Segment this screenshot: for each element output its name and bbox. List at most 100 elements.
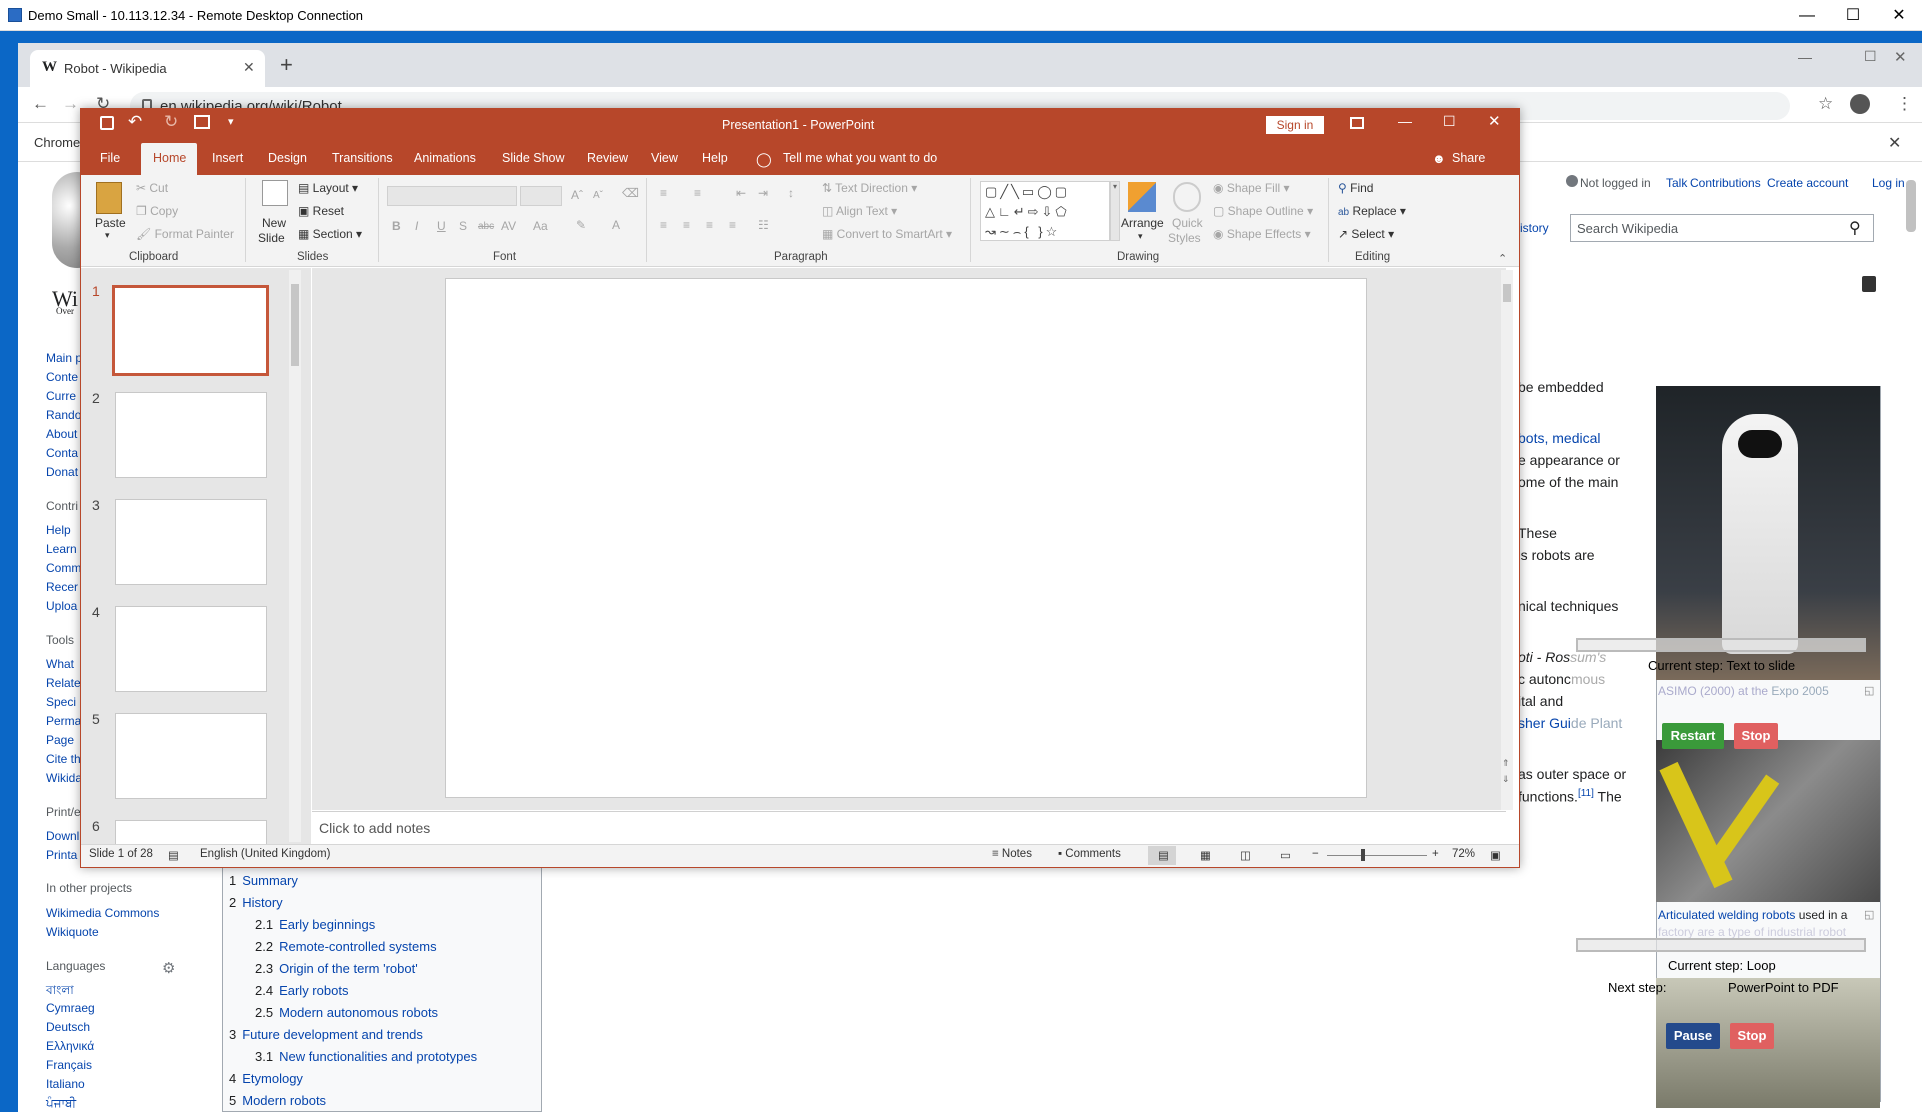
align-left-icon[interactable]: ≡: [660, 218, 667, 232]
sidebar-nav-item[interactable]: Main p: [46, 351, 82, 365]
browser-maximize-icon[interactable]: ☐: [1864, 48, 1877, 65]
sidebar-nav-item[interactable]: Rando: [46, 408, 81, 422]
toc-item[interactable]: 2 History: [229, 895, 283, 910]
new-tab-icon[interactable]: +: [280, 52, 293, 78]
tell-me-input[interactable]: Tell me what you want to do: [783, 151, 937, 165]
log-in-link[interactable]: Log in: [1872, 176, 1905, 190]
character-spacing-icon[interactable]: AV: [501, 219, 516, 233]
stop-button-2[interactable]: Stop: [1730, 1023, 1774, 1049]
sidebar-language-item[interactable]: ਪੰਜਾਬੀ: [46, 1096, 76, 1111]
sidebar-tools-item[interactable]: Perma: [46, 714, 81, 728]
shadow-icon[interactable]: S: [459, 219, 467, 233]
sidebar-nav-item[interactable]: About: [46, 427, 77, 441]
toc-item[interactable]: 3.1 New functionalities and prototypes: [255, 1049, 477, 1064]
toc-item[interactable]: 2.2 Remote-controlled systems: [255, 939, 437, 954]
sidebar-tools-item[interactable]: Cite th: [46, 752, 81, 766]
sidebar-nav-item[interactable]: Curre: [46, 389, 76, 403]
justify-icon[interactable]: ≡: [729, 218, 736, 232]
toc-item[interactable]: 5 Modern robots: [229, 1093, 326, 1108]
welding-robot-image[interactable]: [1656, 740, 1880, 902]
create-account-link[interactable]: Create account: [1767, 176, 1848, 190]
toc-item[interactable]: 2.1 Early beginnings: [255, 917, 375, 932]
browser-minimize-icon[interactable]: —: [1798, 49, 1812, 65]
clear-formatting-icon[interactable]: ⌫: [622, 186, 639, 200]
numbering-icon[interactable]: ≡: [694, 186, 701, 200]
browser-tab-robot[interactable]: W Robot - Wikipedia ✕: [30, 50, 265, 87]
enlarge-icon[interactable]: ◱: [1864, 908, 1874, 921]
toc-item[interactable]: 1 Summary: [229, 873, 298, 888]
section-button[interactable]: Section: [313, 227, 353, 241]
shape-effects-button[interactable]: Shape Effects: [1227, 227, 1302, 241]
start-from-beginning-icon[interactable]: [194, 115, 210, 129]
thumbnail-scrollbar-thumb[interactable]: [291, 284, 299, 366]
cut-button[interactable]: Cut: [149, 181, 168, 195]
underline-icon[interactable]: U: [437, 219, 446, 233]
slide-scrollbar[interactable]: ⇑ ⇓: [1501, 270, 1513, 810]
rdp-close-icon[interactable]: ✕: [1876, 0, 1922, 31]
columns-icon[interactable]: ☷: [758, 218, 769, 232]
expo-link[interactable]: Expo 2005: [1771, 684, 1828, 698]
previous-slide-icon[interactable]: ⇑: [1502, 758, 1510, 769]
stop-button[interactable]: Stop: [1734, 723, 1778, 749]
reading-view-icon[interactable]: ◫: [1240, 848, 1251, 862]
copy-button[interactable]: Copy: [150, 204, 178, 218]
notes-toggle-button[interactable]: Notes: [1002, 848, 1032, 860]
sidebar-contribute-item[interactable]: Uploa: [46, 599, 77, 613]
toc-item[interactable]: 2.4 Early robots: [255, 983, 348, 998]
sidebar-tools-item[interactable]: Wikida: [46, 771, 82, 785]
view-history-tab[interactable]: istory: [1520, 221, 1549, 235]
sidebar-project-item[interactable]: Wikiquote: [46, 925, 99, 939]
sidebar-nav-item[interactable]: Donat: [46, 465, 78, 479]
slide-show-view-icon[interactable]: ▭: [1280, 848, 1291, 862]
shapes-gallery[interactable]: ▢╱╲▭◯▢ △∟↵⇨⇩⬠ ↝∼⌢{ }☆: [980, 181, 1110, 241]
quick-styles-button-line2[interactable]: Styles: [1168, 231, 1201, 245]
slide-thumbnail-3[interactable]: [115, 499, 267, 585]
slide-thumbnail-2[interactable]: [115, 392, 267, 478]
zoom-out-icon[interactable]: −: [1312, 848, 1319, 860]
sign-in-button[interactable]: Sign in: [1266, 116, 1324, 134]
zoom-level[interactable]: 72%: [1452, 848, 1475, 860]
tab-home[interactable]: Home: [153, 151, 186, 165]
tab-design[interactable]: Design: [268, 151, 307, 165]
current-slide-canvas[interactable]: [445, 278, 1367, 798]
reset-button[interactable]: Reset: [313, 204, 344, 218]
sidebar-language-item[interactable]: Cymraeg: [46, 1001, 95, 1015]
shape-outline-button[interactable]: Shape Outline: [1228, 204, 1304, 218]
restart-button[interactable]: Restart: [1662, 723, 1724, 749]
layout-button[interactable]: Layout: [313, 181, 349, 195]
article-link[interactable]: sher Gui: [1518, 715, 1571, 731]
slide-thumbnail-1[interactable]: [112, 285, 269, 376]
bold-icon[interactable]: B: [392, 219, 401, 233]
new-slide-icon[interactable]: [262, 180, 288, 206]
toc-item[interactable]: 2.5 Modern autonomous robots: [255, 1005, 438, 1020]
arrange-button[interactable]: Arrange: [1121, 216, 1164, 230]
redo-icon[interactable]: ↻: [164, 112, 178, 132]
zoom-slider-thumb[interactable]: [1361, 849, 1365, 861]
sidebar-language-item[interactable]: Français: [46, 1058, 92, 1072]
arrange-dropdown-icon[interactable]: ▾: [1138, 231, 1143, 242]
comments-toggle-button[interactable]: Comments: [1065, 848, 1121, 860]
sidebar-project-item[interactable]: Wikimedia Commons: [46, 906, 159, 920]
forward-icon[interactable]: →: [62, 94, 79, 114]
sidebar-language-item[interactable]: বাংলা: [46, 982, 74, 1002]
search-icon[interactable]: ⚲: [1849, 218, 1861, 238]
grow-font-icon[interactable]: Aˆ: [571, 188, 583, 202]
align-right-icon[interactable]: ≡: [706, 218, 713, 232]
tab-help[interactable]: Help: [702, 151, 728, 165]
article-link-faded[interactable]: de Plant: [1571, 715, 1622, 731]
slide-scrollbar-thumb[interactable]: [1503, 284, 1511, 302]
tab-file[interactable]: File: [100, 151, 120, 165]
sidebar-tools-item[interactable]: What: [46, 657, 74, 671]
shapes-gallery-more-icon[interactable]: ▾: [1110, 181, 1120, 241]
ppt-minimize-icon[interactable]: —: [1398, 113, 1412, 129]
slide-sorter-icon[interactable]: ▦: [1200, 848, 1211, 862]
search-input[interactable]: Search Wikipedia ⚲: [1570, 214, 1874, 242]
bookmark-star-icon[interactable]: ☆: [1818, 94, 1833, 114]
ribbon-display-options-icon[interactable]: [1350, 117, 1364, 129]
tab-animations[interactable]: Animations: [414, 151, 476, 165]
sidebar-language-item[interactable]: Italiano: [46, 1077, 85, 1091]
customize-qat-icon[interactable]: ▾: [228, 115, 234, 128]
welding-robots-link[interactable]: Articulated welding robots: [1658, 908, 1795, 922]
tab-transitions[interactable]: Transitions: [332, 151, 393, 165]
sidebar-contribute-item[interactable]: Learn: [46, 542, 77, 556]
